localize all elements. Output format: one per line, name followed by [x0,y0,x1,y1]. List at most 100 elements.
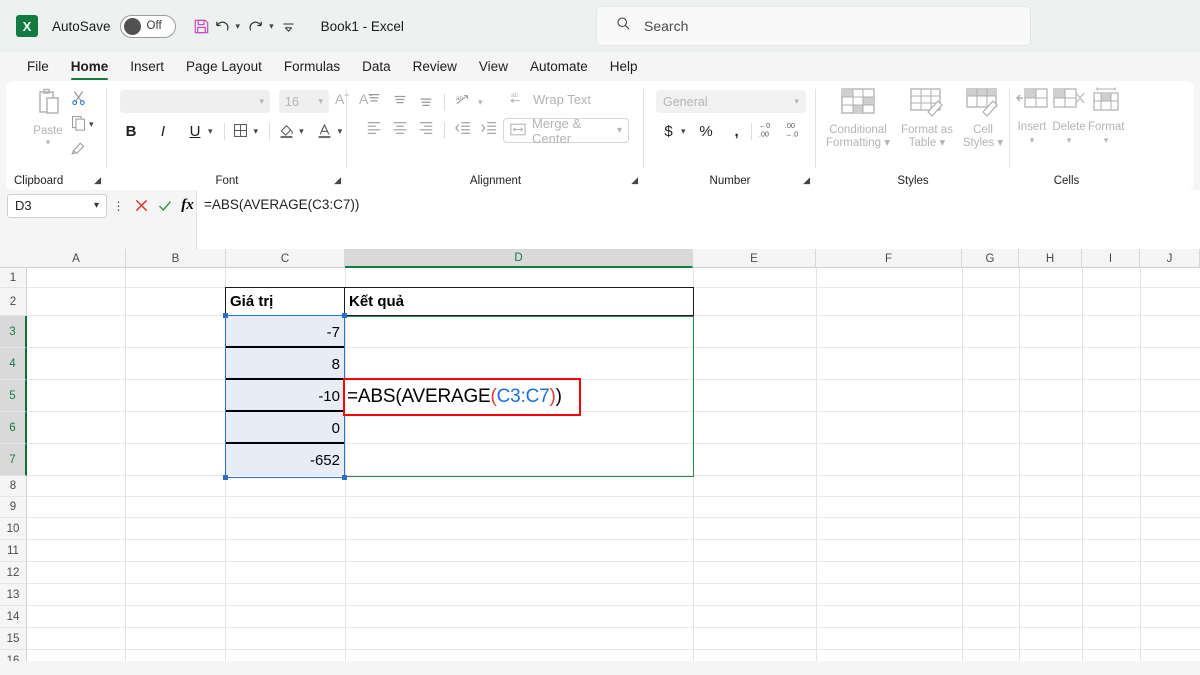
align-left-button[interactable] [361,118,387,143]
font-name-input[interactable]: ▾ [120,90,270,113]
sheet-cells[interactable]: Giá trị Kết quả -7 8 -10 0 -652 =ABS(AVE… [27,268,1200,661]
column-header-d[interactable]: D [345,249,693,268]
tab-automate[interactable]: Automate [519,59,599,81]
tab-home[interactable]: Home [60,59,120,81]
fill-color-button[interactable] [275,120,297,144]
cell-C6[interactable]: 0 [226,412,344,444]
italic-button[interactable]: I [152,120,174,144]
decrease-decimal-button[interactable]: ←0.00 [757,118,778,144]
row-header-9[interactable]: 9 [0,497,27,518]
column-header-h[interactable]: H [1019,249,1082,268]
cell-C3[interactable]: -7 [226,316,344,348]
name-box-chevron-down-icon[interactable]: ▾ [94,200,99,211]
borders-chevron-down-icon[interactable]: ▾ [254,126,259,137]
currency-button[interactable]: $ [658,118,679,144]
column-header-j[interactable]: J [1140,249,1200,268]
currency-chevron-down-icon[interactable]: ▾ [681,126,686,137]
column-header-b[interactable]: B [126,249,226,268]
confirm-icon[interactable] [153,193,176,219]
tab-page-layout[interactable]: Page Layout [175,59,273,81]
undo-icon[interactable] [213,11,232,41]
row-header-2[interactable]: 2 [0,288,27,316]
delete-chevron-down-icon[interactable]: ▾ [1050,134,1088,147]
name-box[interactable]: D3 ▾ [7,193,107,218]
row-header-14[interactable]: 14 [0,606,27,628]
cell-C5[interactable]: -10 [226,380,344,412]
paste-button[interactable]: Paste ▾ [22,85,74,148]
row-header-1[interactable]: 1 [0,268,27,288]
align-bottom-button[interactable] [413,90,439,115]
font-color-button[interactable] [314,120,336,144]
merge-center-chevron-down-icon[interactable]: ▾ [617,125,622,136]
bold-button[interactable]: B [120,120,142,144]
increase-indent-button[interactable] [476,118,502,143]
undo-chevron-down-icon[interactable]: ▾ [236,21,241,32]
more-options-icon[interactable]: ⋮ [107,193,130,219]
redo-icon[interactable] [246,11,265,41]
row-header-8[interactable]: 8 [0,476,27,497]
row-header-15[interactable]: 15 [0,628,27,650]
cell-styles-button[interactable]: Cell Styles ▾ [958,86,1008,150]
tab-data[interactable]: Data [351,59,402,81]
number-dialog-launcher-icon[interactable]: ◢ [803,175,810,186]
decrease-indent-button[interactable] [450,118,476,143]
row-header-11[interactable]: 11 [0,540,27,562]
column-header-f[interactable]: F [816,249,962,268]
number-format-select[interactable]: General ▾ [656,90,806,113]
row-header-4[interactable]: 4 [0,348,27,380]
row-header-6[interactable]: 6 [0,412,27,444]
insert-chevron-down-icon[interactable]: ▾ [1014,134,1050,147]
cell-C2[interactable]: Giá trị [225,287,345,316]
wrap-text-button[interactable]: ab Wrap Text [509,90,591,109]
align-middle-button[interactable] [387,90,413,115]
cell-C7[interactable]: -652 [226,444,344,476]
tab-file[interactable]: File [16,59,60,81]
underline-button[interactable]: U [184,120,206,144]
column-header-a[interactable]: A [27,249,126,268]
formula-input[interactable]: =ABS(AVERAGE(C3:C7)) [196,190,1200,249]
font-size-chevron-down-icon[interactable]: ▾ [318,96,323,107]
font-size-input[interactable]: 16 ▾ [279,90,329,113]
autosave-toggle[interactable]: Off [119,14,176,38]
row-header-5[interactable]: 5 [0,380,27,412]
column-header-c[interactable]: C [226,249,345,268]
increase-decimal-button[interactable]: .00 →.0 [783,118,804,144]
comma-style-button[interactable]: , [725,118,746,144]
format-cells-button[interactable]: Format ▾ [1088,86,1124,147]
cell-C4[interactable]: 8 [226,348,344,380]
row-header-3[interactable]: 3 [0,316,27,348]
column-header-g[interactable]: G [962,249,1019,268]
row-header-13[interactable]: 13 [0,584,27,606]
align-center-button[interactable] [387,118,413,143]
row-header-12[interactable]: 12 [0,562,27,584]
font-color-chevron-down-icon[interactable]: ▾ [338,126,343,137]
redo-chevron-down-icon[interactable]: ▾ [269,21,274,32]
insert-cells-button[interactable]: Insert ▾ [1014,86,1050,147]
customize-quick-access-icon[interactable] [280,11,297,41]
copy-chevron-down-icon[interactable]: ▾ [89,119,94,130]
percent-button[interactable]: % [696,118,717,144]
paste-chevron-down-icon[interactable]: ▾ [22,137,74,148]
row-header-7[interactable]: 7 [0,444,27,476]
borders-button[interactable] [230,120,252,144]
align-top-button[interactable] [361,90,387,115]
underline-chevron-down-icon[interactable]: ▾ [208,126,213,137]
copy-button[interactable]: ▾ [70,112,100,137]
row-header-16[interactable]: 16 [0,650,27,661]
tab-help[interactable]: Help [599,59,649,81]
orientation-button[interactable]: ab [450,90,476,115]
search-box[interactable]: Search [596,6,1031,46]
format-as-table-button[interactable]: Format as Table ▾ [896,86,958,150]
cut-button[interactable] [70,87,100,112]
orientation-chevron-down-icon[interactable]: ▾ [478,97,483,108]
delete-cells-button[interactable]: Delete ▾ [1050,86,1088,147]
fill-color-chevron-down-icon[interactable]: ▾ [299,126,304,137]
font-name-chevron-down-icon[interactable]: ▾ [259,96,264,107]
format-painter-button[interactable] [70,137,100,162]
number-format-chevron-down-icon[interactable]: ▾ [794,96,799,107]
cancel-icon[interactable] [130,193,153,219]
tab-review[interactable]: Review [402,59,468,81]
conditional-formatting-button[interactable]: Conditional Formatting ▾ [822,86,894,150]
tab-formulas[interactable]: Formulas [273,59,351,81]
row-header-10[interactable]: 10 [0,518,27,540]
